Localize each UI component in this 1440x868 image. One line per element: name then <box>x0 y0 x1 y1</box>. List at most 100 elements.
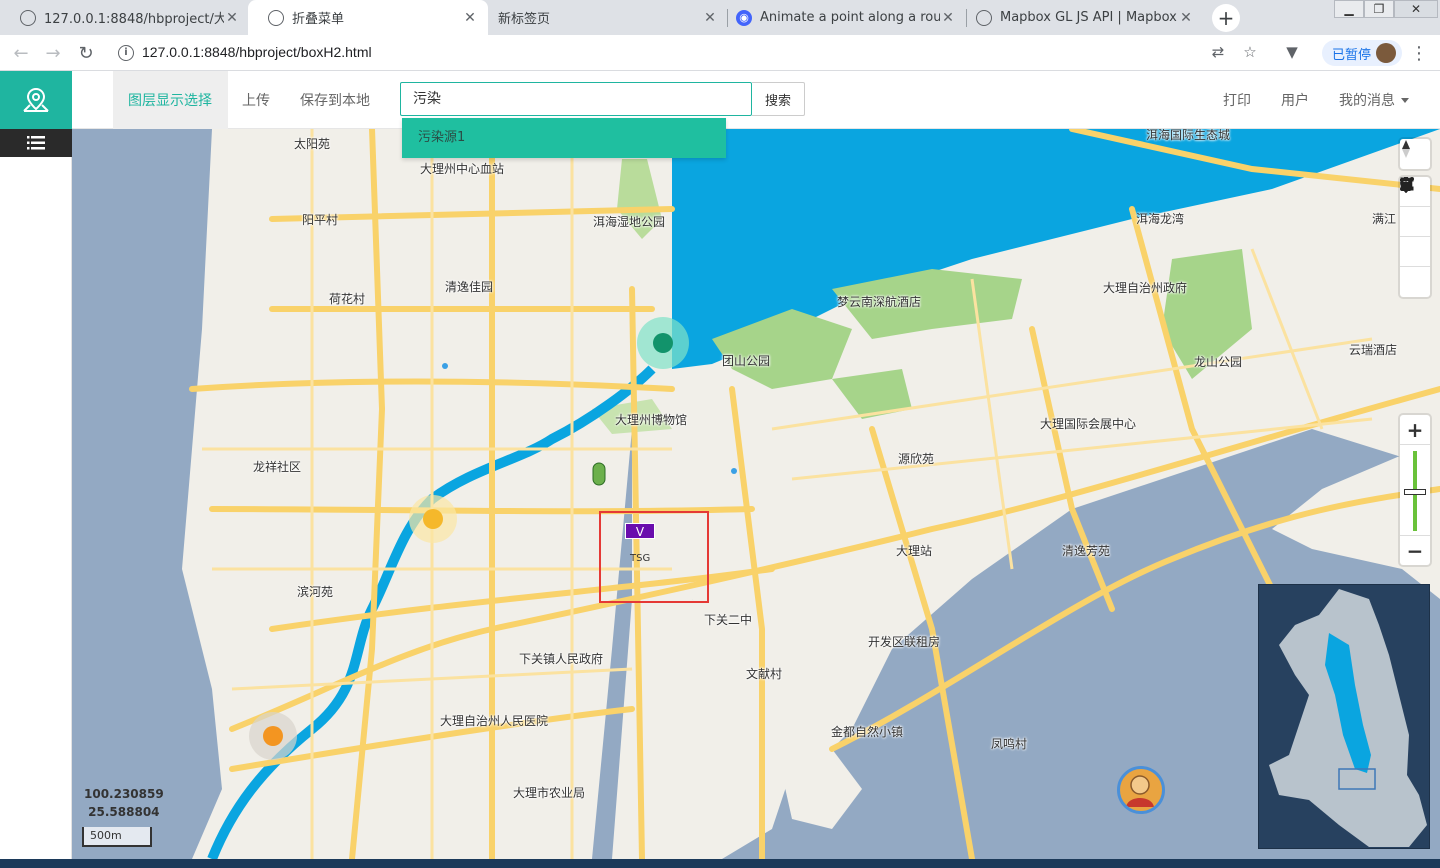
browser-tab-2[interactable]: 折叠菜单 ✕ <box>248 0 488 35</box>
map-base-layer <box>182 129 1440 859</box>
monk-avatar-icon <box>1126 775 1154 807</box>
app-logo[interactable] <box>0 71 72 129</box>
close-icon[interactable]: ✕ <box>940 10 956 26</box>
map-pin-logo-icon <box>23 87 49 112</box>
poi-label: 滨河苑 <box>297 585 334 599</box>
zoom-slider-handle[interactable] <box>1404 489 1426 495</box>
menu-save-local[interactable]: 保存到本地 <box>300 71 370 129</box>
poi-label: 金都自然小镇 <box>831 725 904 739</box>
print-link[interactable]: 打印 <box>1223 71 1251 129</box>
poi-label: 源欣苑 <box>898 452 935 466</box>
poi-label: 大理市农业局 <box>513 786 586 800</box>
window-close-icon[interactable]: ✕ <box>1394 0 1438 18</box>
poi-label: 团山公园 <box>722 354 771 368</box>
search-suggestion-item[interactable]: 污染源1 <box>402 118 726 158</box>
tab-title: 折叠菜单 <box>292 12 345 27</box>
minimap-canvas <box>1269 589 1427 847</box>
extension-icon[interactable]: ▼ <box>1282 42 1302 62</box>
compass-icon[interactable] <box>1400 139 1430 169</box>
draw-point-icon[interactable] <box>1400 177 1430 267</box>
close-icon[interactable]: ✕ <box>462 10 478 26</box>
close-icon[interactable]: ✕ <box>1178 10 1194 26</box>
poi-label: 凤鸣村 <box>991 737 1028 751</box>
caret-down-icon <box>1401 97 1409 103</box>
profile-status-button[interactable]: 已暂停 <box>1322 40 1402 66</box>
poi-label: 文献村 <box>746 667 783 681</box>
poi-label: 洱海国际生态城 <box>1146 129 1231 142</box>
back-icon[interactable]: ← <box>10 42 32 64</box>
address-bar: ← → ↻ i 127.0.0.1:8848/hbproject/boxH2.h… <box>0 35 1440 71</box>
url-text: 127.0.0.1:8848/hbproject/boxH2.html <box>142 44 372 60</box>
mapbox-icon: ◉ <box>736 9 752 26</box>
poi-label: 大理州中心血站 <box>420 162 505 176</box>
globe-icon <box>268 9 284 26</box>
info-icon[interactable]: i <box>118 45 134 61</box>
tab-title: 127.0.0.1:8848/hbproject/大理 <box>44 12 224 27</box>
poi-label: 洱海湿地公园 <box>593 215 666 229</box>
menu-layer-select[interactable]: 图层显示选择 <box>113 71 228 129</box>
vehicle-marker[interactable]: V <box>625 523 655 539</box>
search-input[interactable]: 污染 <box>400 82 752 116</box>
scale-bar: 500m <box>82 827 152 847</box>
tab-title: Mapbox GL JS API | Mapbox <box>1000 10 1177 25</box>
poi-label: 大理站 <box>896 544 933 558</box>
globe-icon <box>20 9 36 26</box>
zoom-in-button[interactable]: + <box>1400 415 1430 445</box>
browser-tab-1[interactable]: 127.0.0.1:8848/hbproject/大理 ✕ <box>0 0 250 35</box>
close-icon[interactable]: ✕ <box>702 10 718 26</box>
poi-label: 龙祥社区 <box>253 460 302 474</box>
menu-upload[interactable]: 上传 <box>242 71 270 129</box>
user-label: 用户 <box>1281 93 1309 109</box>
draw-toolbar <box>1400 177 1430 297</box>
draw-polygon-icon[interactable] <box>1400 177 1430 237</box>
poi-label: 开发区联租房 <box>868 635 941 649</box>
translate-icon[interactable]: ⇄ <box>1208 42 1228 62</box>
window-controls: ▁ ❐ ✕ <box>1334 0 1438 20</box>
zoom-out-button[interactable]: − <box>1400 535 1430 565</box>
url-field[interactable]: i 127.0.0.1:8848/hbproject/boxH2.html <box>110 39 1310 67</box>
reload-icon[interactable]: ↻ <box>75 42 97 64</box>
poi-label: 下关镇人民政府 <box>519 652 604 666</box>
coordinate-readout: 100.230859 25.588804 <box>84 785 164 821</box>
profile-status-text: 已暂停 <box>1332 47 1372 63</box>
zoom-slider[interactable] <box>1400 445 1430 535</box>
more-menu-icon[interactable]: ⋮ <box>1410 43 1428 64</box>
poi-label: 洱海龙湾 <box>1136 212 1185 226</box>
os-taskbar <box>0 859 1440 868</box>
poi-label: 清逸佳园 <box>445 280 494 294</box>
menu-label: 图层显示选择 <box>128 93 212 109</box>
new-tab-button[interactable]: + <box>1212 4 1240 32</box>
trash-icon[interactable] <box>1400 177 1430 297</box>
map-canvas[interactable]: 太阳苑 大理州中心血站 洱海湿地公园 阳平村 清逸佳园 荷花村 梦云南深航酒店 … <box>72 129 1440 859</box>
bookmark-star-icon[interactable]: ☆ <box>1240 42 1260 62</box>
globe-icon <box>976 9 992 26</box>
close-icon[interactable]: ✕ <box>224 10 240 26</box>
list-menu-icon <box>27 136 45 150</box>
poi-label: 大理自治州人民医院 <box>440 714 549 728</box>
left-sidebar <box>0 129 72 868</box>
assistant-avatar-button[interactable] <box>1117 766 1165 814</box>
menu-label: 上传 <box>242 93 270 109</box>
browser-tab-3[interactable]: 新标签页 ✕ <box>488 0 728 35</box>
latitude-value: 25.588804 <box>88 805 160 819</box>
menu-label: 保存到本地 <box>300 93 370 109</box>
maximize-icon[interactable]: ❐ <box>1364 0 1394 18</box>
sidebar-toggle-button[interactable] <box>0 129 72 157</box>
user-link[interactable]: 用户 <box>1281 71 1309 129</box>
browser-tab-5[interactable]: Mapbox GL JS API | Mapbox ✕ <box>966 0 1204 35</box>
browser-tab-bar: 127.0.0.1:8848/hbproject/大理 ✕ 折叠菜单 ✕ 新标签… <box>0 0 1440 35</box>
poi-label: 阳平村 <box>302 213 339 227</box>
poi-label: 大理自治州政府 <box>1103 281 1188 295</box>
messages-dropdown[interactable]: 我的消息 <box>1339 71 1409 129</box>
poi-label: 龙山公园 <box>1194 355 1243 369</box>
search-button[interactable]: 搜索 <box>752 82 805 116</box>
profile-avatar <box>1376 43 1396 63</box>
poi-label: 大理州博物馆 <box>615 413 688 427</box>
browser-tab-4[interactable]: ◉ Animate a point along a route ✕ <box>728 0 966 35</box>
forward-icon[interactable]: → <box>42 42 64 64</box>
overview-minimap[interactable] <box>1258 584 1430 849</box>
longitude-value: 100.230859 <box>84 787 164 801</box>
poi-label: 清逸芳苑 <box>1062 544 1111 558</box>
tab-title: Animate a point along a route <box>760 10 940 25</box>
minimize-icon[interactable]: ▁ <box>1334 0 1364 18</box>
